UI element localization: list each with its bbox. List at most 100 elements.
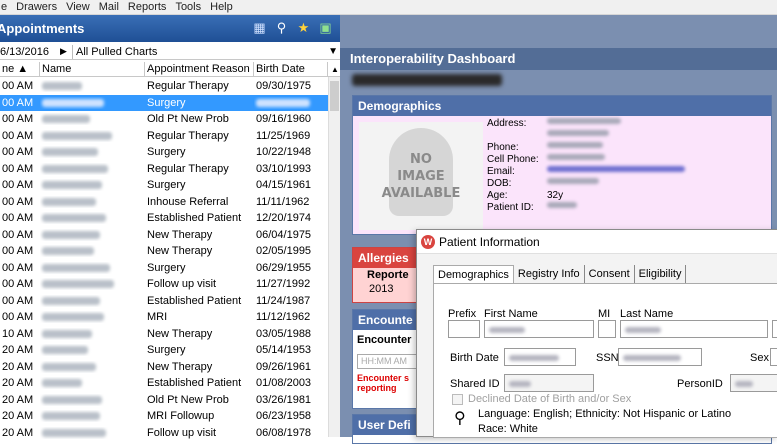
demographics-fields: Address: Phone: Cell Phone: Email: DOB: …	[487, 118, 685, 214]
table-row[interactable]: 20 AM Old Pt New Prob 03/26/1981	[0, 392, 328, 409]
tab-eligibility[interactable]: Eligibility	[635, 265, 687, 283]
patient-photo-placeholder: NO IMAGE AVAILABLE	[359, 122, 483, 230]
patient-id-label: Patient ID:	[487, 202, 534, 213]
appt-dob: 06/04/1975	[256, 228, 312, 241]
menu-mail[interactable]: Mail	[99, 1, 119, 13]
suffix-field[interactable]	[772, 320, 777, 338]
table-row[interactable]: 00 AM Surgery 10/22/1948	[0, 144, 328, 161]
menu-tools[interactable]: Tools	[175, 1, 201, 13]
appt-time: 00 AM	[2, 278, 34, 291]
appt-reason: Surgery	[147, 344, 186, 357]
table-row[interactable]: 00 AM MRI 11/12/1962	[0, 309, 328, 326]
col-reason[interactable]: Appointment Reason	[145, 61, 254, 77]
birth-date-field[interactable]	[504, 348, 576, 366]
table-row[interactable]: 20 AM New Therapy 09/26/1961	[0, 359, 328, 376]
scrollbar-thumb[interactable]	[330, 81, 339, 111]
person-id-field[interactable]	[730, 374, 777, 392]
appt-dob: 05/14/1953	[256, 344, 312, 357]
no-image-line-3: AVAILABLE	[381, 185, 461, 201]
menu-edit[interactable]: e	[1, 1, 7, 13]
no-image-line-2: IMAGE	[397, 168, 445, 184]
appt-time: 20 AM	[2, 410, 34, 423]
col-name[interactable]: Name	[40, 61, 145, 77]
menu-bar: e Drawers View Mail Reports Tools Help	[0, 0, 777, 15]
grid-icon[interactable]: ▣	[317, 20, 334, 36]
table-row[interactable]: 00 AM Regular Therapy 09/30/1975	[0, 78, 328, 95]
tab-registry-info[interactable]: Registry Info	[514, 265, 585, 283]
dialog-title-bar: W Patient Information	[417, 230, 777, 254]
search-icon[interactable]: ⚲	[454, 408, 466, 428]
table-row[interactable]: 00 AM Surgery 04/15/1961	[0, 177, 328, 194]
prefix-field[interactable]	[448, 320, 480, 338]
tab-demographics[interactable]: Demographics	[433, 265, 514, 283]
menu-view[interactable]: View	[66, 1, 90, 13]
last-name-field[interactable]	[620, 320, 768, 338]
appointments-pane: Appointments ▦ ⚲ ★ ▣ 6/13/2016 ▶ All Pul…	[0, 15, 340, 439]
appt-name	[40, 130, 145, 142]
appt-reason: Established Patient	[147, 212, 242, 225]
appt-name	[40, 344, 145, 356]
race-text: Race: White	[478, 423, 538, 435]
appt-dob: 01/08/2003	[256, 377, 312, 390]
table-row[interactable]: 20 AM Established Patient 01/08/2003	[0, 375, 328, 392]
table-row[interactable]: 10 AM New Therapy 03/05/1988	[0, 326, 328, 343]
appt-time: 00 AM	[2, 212, 34, 225]
table-row[interactable]: 00 AM Regular Therapy 11/25/1969	[0, 128, 328, 145]
col-dob[interactable]: Birth Date	[254, 61, 328, 77]
appt-dob: 03/05/1988	[256, 327, 312, 340]
table-row[interactable]: 00 AM Old Pt New Prob 09/16/1960	[0, 111, 328, 128]
appt-dob: 12/20/1974	[256, 212, 312, 225]
appt-time: 00 AM	[2, 80, 34, 93]
play-icon[interactable]: ▶	[60, 46, 68, 57]
appt-reason: Established Patient	[147, 294, 242, 307]
tab-consent[interactable]: Consent	[585, 265, 635, 283]
appt-dob: 11/24/1987	[256, 294, 311, 307]
ssn-field[interactable]	[618, 348, 702, 366]
table-row[interactable]: 00 AM Follow up visit 11/27/1992	[0, 276, 328, 293]
table-row[interactable]: 20 AM Follow up visit 06/08/1978	[0, 425, 328, 442]
table-row[interactable]: 00 AM Established Patient 12/20/1974	[0, 210, 328, 227]
dashboard-title: Interoperability Dashboard	[340, 48, 777, 70]
appt-reason: Old Pt New Prob	[147, 393, 229, 406]
menu-help[interactable]: Help	[210, 1, 233, 13]
menu-drawers[interactable]: Drawers	[16, 1, 57, 13]
appointments-title: Appointments	[0, 21, 85, 36]
table-row[interactable]: 00 AM Established Patient 11/24/1987	[0, 293, 328, 310]
filter-bar: 6/13/2016 ▶ All Pulled Charts ▼	[0, 44, 340, 60]
appt-dob: 06/29/1955	[256, 261, 312, 274]
filter-date[interactable]: 6/13/2016	[0, 46, 58, 58]
table-row[interactable]: 00 AM Surgery	[0, 94, 328, 111]
appt-time: 00 AM	[2, 228, 34, 241]
shared-id-field[interactable]	[504, 374, 594, 392]
scrollbar[interactable]	[328, 77, 340, 437]
mi-label: MI	[598, 308, 611, 320]
col-time[interactable]: ne ▲	[0, 61, 40, 77]
filter-label[interactable]: All Pulled Charts	[76, 46, 157, 58]
declined-dob-checkbox[interactable]	[452, 394, 463, 405]
table-row[interactable]: 00 AM New Therapy 02/05/1995	[0, 243, 328, 260]
menu-reports[interactable]: Reports	[128, 1, 167, 13]
scroll-up-icon[interactable]: ▲	[328, 62, 340, 77]
search-icon[interactable]: ⚲	[273, 20, 290, 36]
appt-name	[40, 97, 145, 109]
table-row[interactable]: 00 AM Surgery 06/29/1955	[0, 260, 328, 277]
table-row[interactable]: 00 AM New Therapy 06/04/1975	[0, 227, 328, 244]
patient-information-dialog: W Patient Information Demographics Regis…	[416, 229, 777, 438]
dropdown-arrow-icon[interactable]: ▼	[328, 46, 338, 57]
star-icon[interactable]: ★	[295, 20, 312, 36]
table-row[interactable]: 20 AM MRI Followup 06/23/1958	[0, 408, 328, 425]
ssn-label: SSN	[596, 352, 619, 364]
table-row[interactable]: 00 AM Inhouse Referral 11/11/1962	[0, 194, 328, 211]
demographics-tab-body: Prefix First Name MI Last Name Birth Dat…	[433, 283, 777, 438]
phone-label: Phone:	[487, 142, 519, 153]
first-name-field[interactable]	[484, 320, 594, 338]
mi-field[interactable]	[598, 320, 616, 338]
table-row[interactable]: 00 AM Regular Therapy 03/10/1993	[0, 161, 328, 178]
appt-time: 00 AM	[2, 245, 34, 258]
sex-field[interactable]	[770, 348, 777, 366]
dob-label: DOB:	[487, 178, 512, 189]
appt-time: 00 AM	[2, 96, 34, 109]
appt-dob: 03/10/1993	[256, 162, 312, 175]
table-row[interactable]: 20 AM Surgery 05/14/1953	[0, 342, 328, 359]
calendar-icon[interactable]: ▦	[251, 20, 268, 36]
